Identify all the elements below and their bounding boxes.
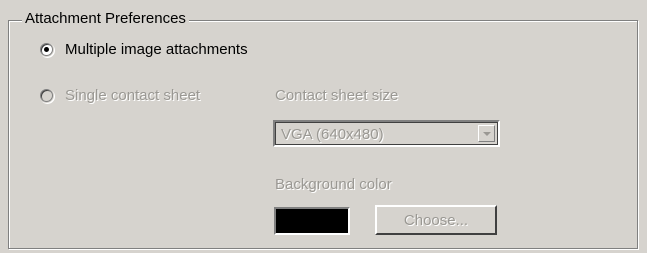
radio-single-contact-sheet[interactable]: Single contact sheet <box>40 86 200 105</box>
radio-multiple-image-attachments[interactable]: Multiple image attachments <box>40 40 248 59</box>
background-color-label: Background color <box>275 176 392 193</box>
choose-color-button[interactable]: Choose... <box>375 205 497 235</box>
contact-sheet-size-select[interactable]: VGA (640x480) <box>273 120 500 147</box>
select-value: VGA (640x480) <box>281 126 384 143</box>
radio-button-icon[interactable] <box>40 43 53 56</box>
choose-button-label: Choose... <box>403 211 469 229</box>
background-color-swatch <box>274 207 350 235</box>
chevron-down-icon <box>482 131 491 136</box>
dropdown-arrow-button[interactable] <box>478 125 495 142</box>
radio-button-icon[interactable] <box>40 89 53 102</box>
contact-sheet-size-label: Contact sheet size <box>275 87 399 104</box>
radio-single-label: Single contact sheet <box>65 87 201 104</box>
group-title: Attachment Preferences <box>22 9 189 28</box>
radio-multiple-label: Multiple image attachments <box>65 41 248 58</box>
